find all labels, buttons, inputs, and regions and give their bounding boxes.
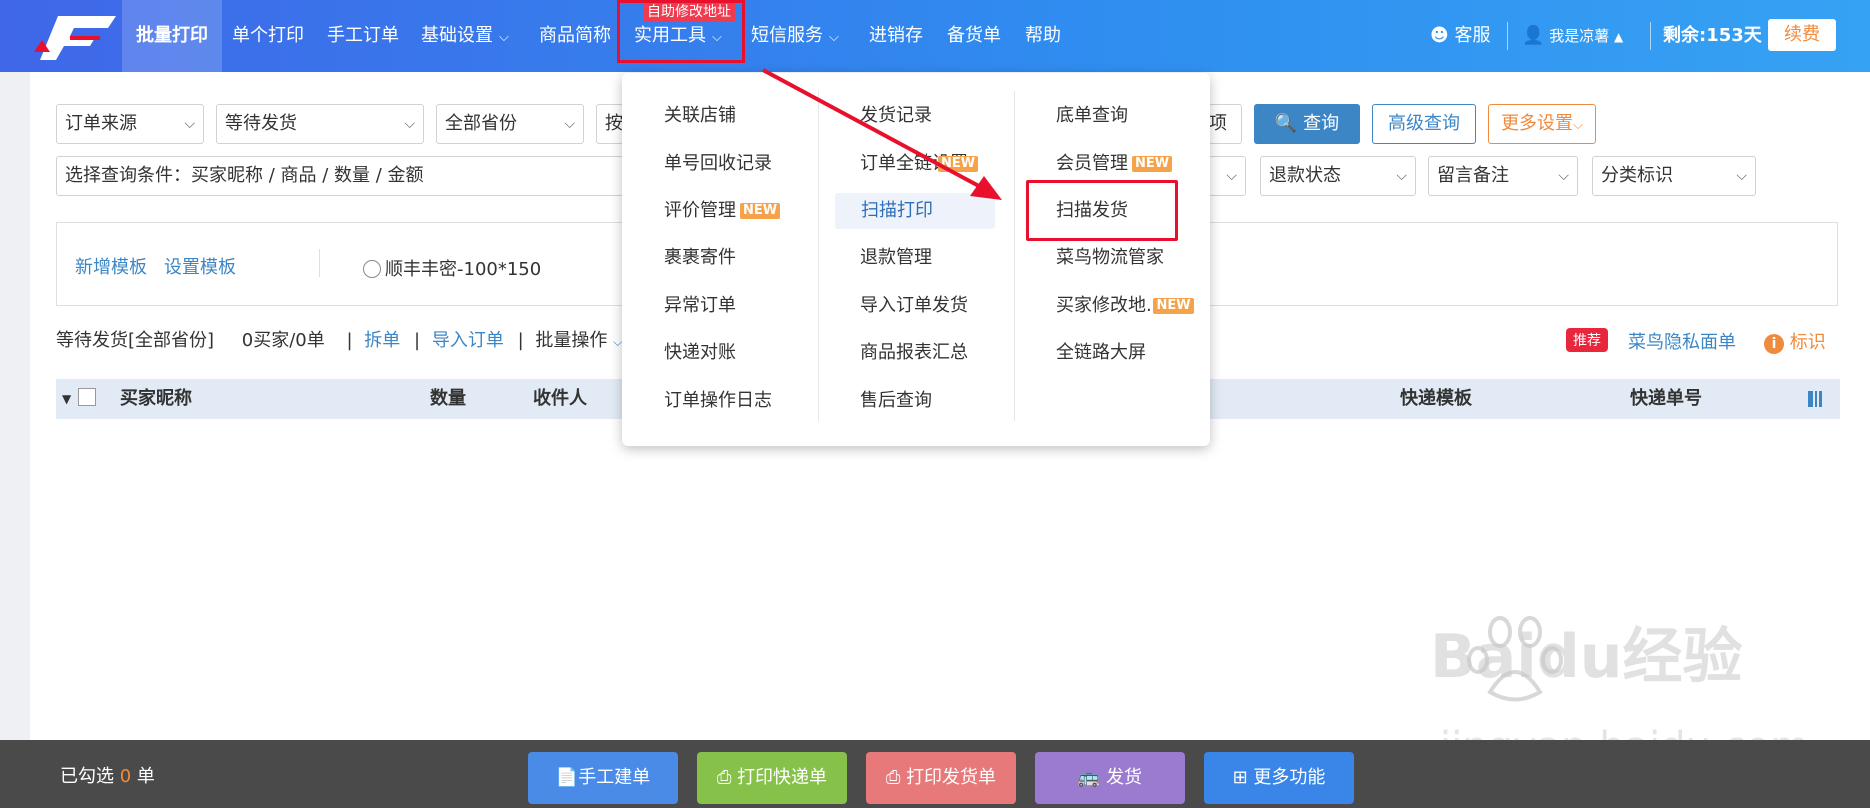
annotation-arrow-icon [762,68,1002,200]
